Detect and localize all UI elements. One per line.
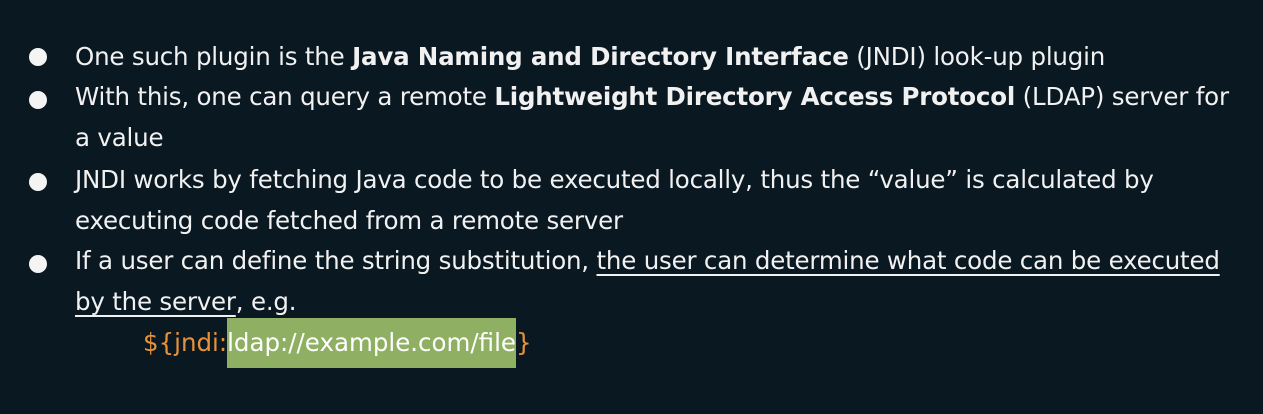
code-highlighted: ldap://example.com/file	[227, 318, 516, 368]
bullet-text-plain: (JNDI) look-up plugin	[848, 42, 1106, 71]
bullet-text: One such plugin is the Java Naming and D…	[75, 36, 1250, 77]
code-suffix: }	[515, 328, 532, 357]
code-example: ${jndi:ldap://example.com/file}	[143, 318, 532, 368]
bullet-dot-icon	[29, 48, 47, 66]
bullet-text: If a user can define the string substitu…	[75, 240, 1250, 322]
bullet-dot-icon	[29, 173, 47, 191]
bullet-text-bold: Java Naming and Directory Interface	[352, 42, 849, 71]
bullet-text-plain: With this, one can query a remote	[75, 82, 495, 111]
code-prefix: ${jndi:	[143, 328, 228, 357]
bullet-text-plain: , e.g.	[235, 287, 297, 316]
bullet-dot-icon	[29, 255, 47, 273]
bullet-text-plain: One such plugin is the	[75, 42, 353, 71]
bullet-text: With this, one can query a remote Lightw…	[75, 76, 1250, 158]
bullet-text-plain: If a user can define the string substitu…	[75, 246, 597, 275]
bullet-dot-icon	[29, 91, 47, 109]
bullet-text: JNDI works by fetching Java code to be e…	[75, 165, 1154, 235]
bullet-text-bold: Lightweight Directory Access Protocol	[494, 82, 1016, 111]
slide: One such plugin is the Java Naming and D…	[0, 0, 1263, 414]
